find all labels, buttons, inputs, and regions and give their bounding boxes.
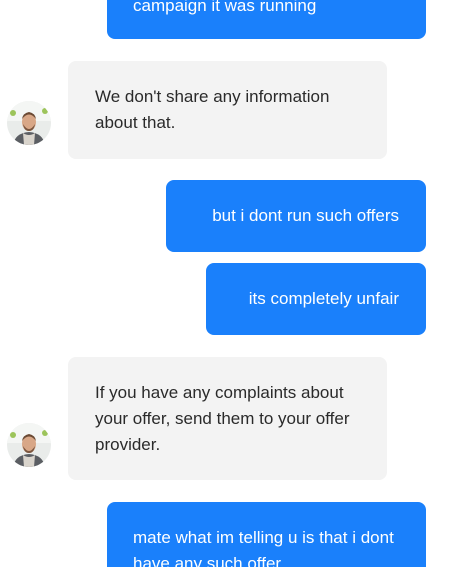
agent-message: We don't share any information about tha…	[68, 61, 387, 159]
user-message: campaign it was running	[107, 0, 426, 39]
agent-avatar	[7, 423, 51, 467]
user-message-text: but i dont run such offers	[212, 206, 399, 225]
agent-avatar	[7, 101, 51, 145]
agent-avatar-icon	[7, 423, 51, 467]
user-message-text: mate what im telling u is that i dont ha…	[133, 528, 394, 567]
chat-thread: campaign it was running We don't share a…	[0, 0, 451, 567]
agent-avatar-icon	[7, 101, 51, 145]
user-message: mate what im telling u is that i dont ha…	[107, 502, 426, 567]
user-message-text: campaign it was running	[133, 0, 317, 15]
user-message: its completely unfair	[206, 263, 426, 335]
user-message-text: its completely unfair	[248, 289, 399, 308]
agent-message-text: We don't share any information about tha…	[95, 87, 330, 132]
agent-message-text: If you have any complaints about your of…	[95, 383, 350, 454]
user-message: but i dont run such offers	[166, 180, 426, 252]
agent-message: If you have any complaints about your of…	[68, 357, 387, 480]
